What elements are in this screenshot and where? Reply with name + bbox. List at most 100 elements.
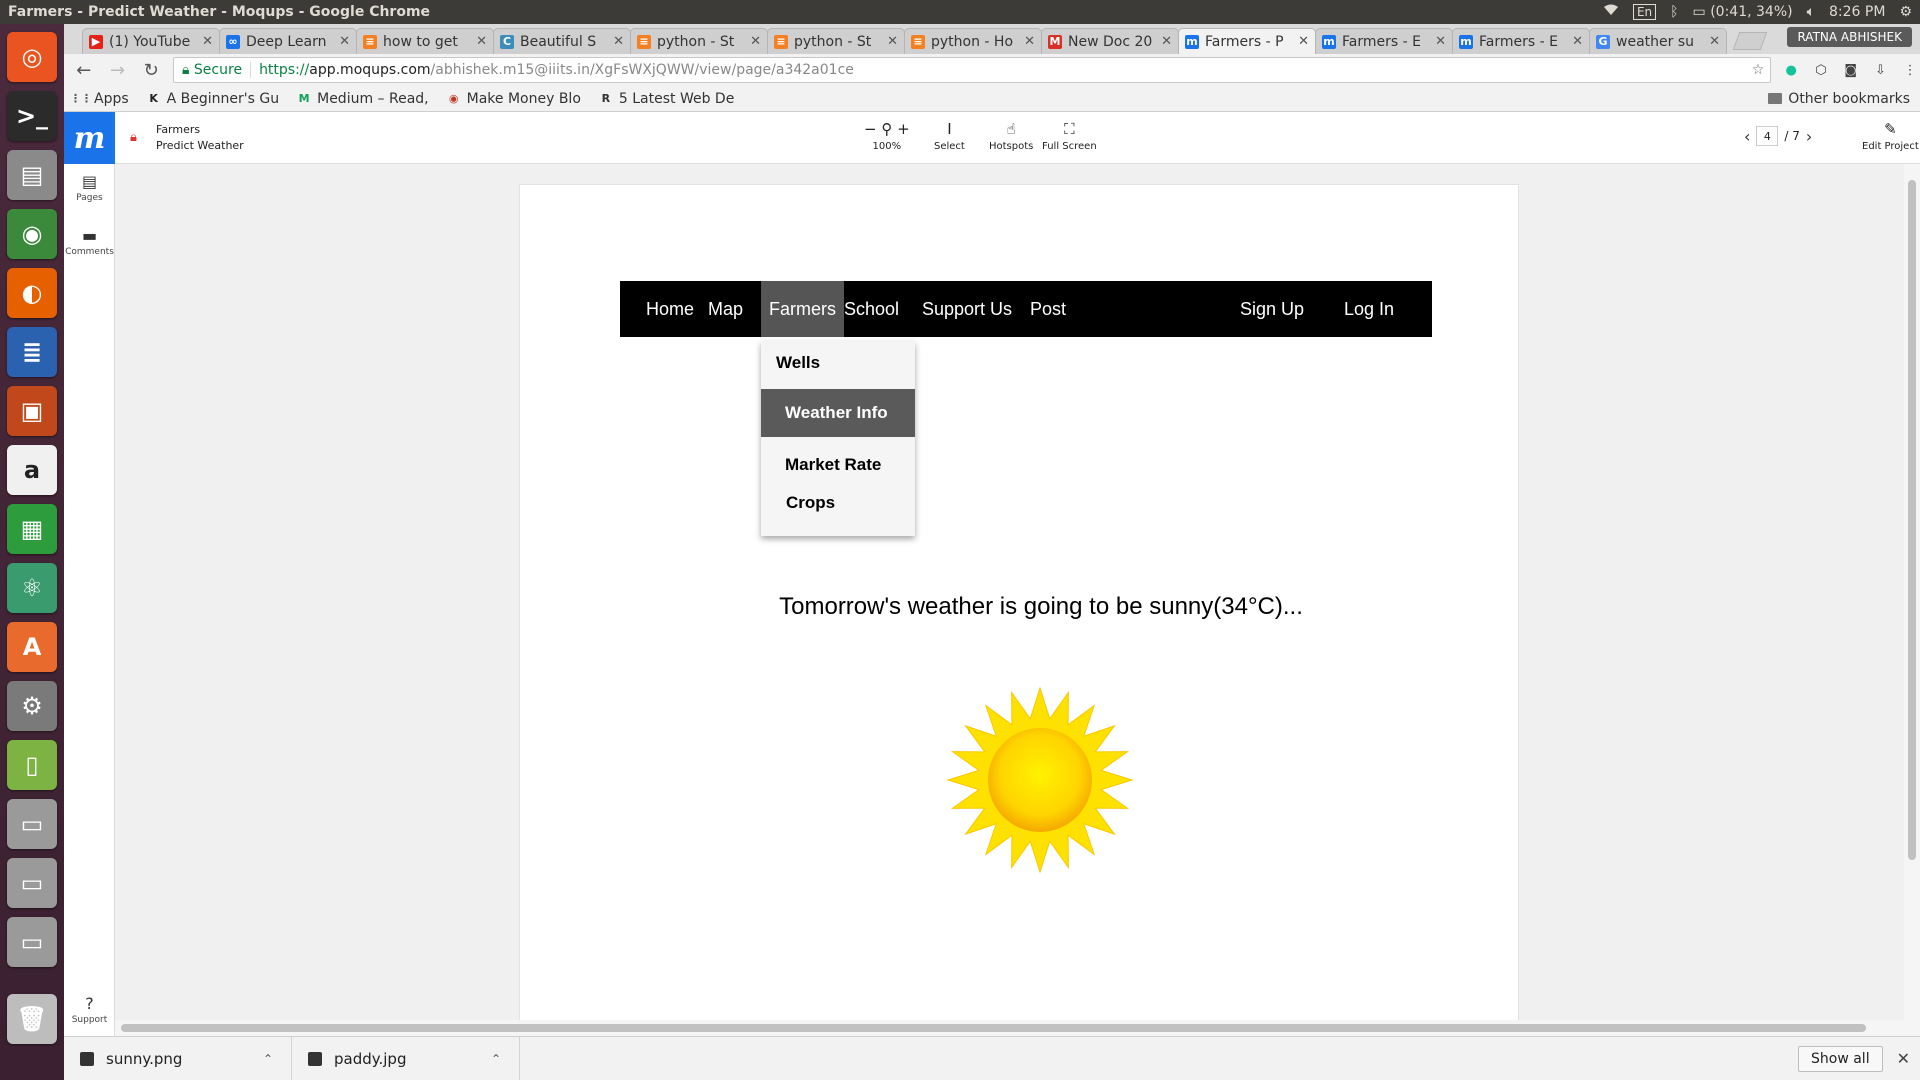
moqups-logo[interactable]: m — [64, 112, 115, 164]
address-bar[interactable]: 🔒︎ Secure https://app.moqups.com/abhishe… — [173, 57, 1772, 83]
chevron-up-icon[interactable]: ⌃ — [263, 1052, 273, 1066]
fullscreen-tool[interactable]: ⛶ Full Screen — [1042, 120, 1097, 152]
system-settings-icon[interactable]: ⚙ — [7, 681, 57, 731]
dropdown-wells[interactable]: Wells — [761, 353, 915, 373]
browser-tab[interactable]: m Farmers - E ✕ — [1452, 28, 1590, 54]
file-manager-icon[interactable]: ▤ — [7, 150, 57, 200]
tab-close-icon[interactable]: ✕ — [476, 34, 487, 49]
vertical-scrollbar[interactable] — [1904, 164, 1920, 1036]
next-page-icon[interactable]: › — [1806, 127, 1812, 146]
tab-close-icon[interactable]: ✕ — [1161, 34, 1172, 49]
secure-indicator[interactable]: 🔒︎ Secure — [182, 62, 252, 78]
profile-button[interactable]: RATNA ABHISHEK — [1787, 27, 1912, 47]
browser-tab[interactable]: ≡ python - St ✕ — [630, 28, 768, 54]
hotspots-tool[interactable]: ☝ Hotspots — [989, 120, 1033, 152]
drive-2-icon[interactable]: ▭ — [7, 858, 57, 908]
extension-grammarly-icon[interactable]: ● — [1781, 60, 1801, 80]
nav-school[interactable]: School — [836, 281, 907, 337]
project-lock-icon[interactable]: 🔒︎ — [130, 130, 137, 145]
zoom-control[interactable]: − ⚲ + 100% — [864, 120, 910, 152]
chrome-menu-icon[interactable]: ⋮ — [1900, 60, 1920, 80]
bookmark-item[interactable]: M Medium – Read, — [297, 91, 429, 107]
firefox-icon[interactable]: ◐ — [7, 268, 57, 318]
prev-page-icon[interactable]: ‹ — [1744, 127, 1750, 146]
nav-farmers[interactable]: Farmers — [761, 281, 844, 337]
calc-icon[interactable]: ▦ — [7, 504, 57, 554]
bookmark-star-icon[interactable]: ☆ — [1752, 62, 1765, 78]
download-item[interactable]: sunny.png ⌃ — [64, 1036, 292, 1080]
wifi-icon[interactable] — [1603, 4, 1619, 20]
volume-icon[interactable]: 🔈︎ — [1807, 4, 1815, 20]
chevron-up-icon[interactable]: ⌃ — [491, 1052, 501, 1066]
forward-button[interactable]: → — [106, 58, 130, 82]
tab-close-icon[interactable]: ✕ — [202, 34, 213, 49]
tab-close-icon[interactable]: ✕ — [1572, 34, 1583, 49]
nav-map[interactable]: Map — [700, 281, 751, 337]
browser-tab[interactable]: ≡ how to get ✕ — [356, 28, 494, 54]
dropdown-crops[interactable]: Crops — [761, 493, 915, 513]
select-tool[interactable]: I Select — [934, 120, 965, 152]
browser-tab[interactable]: ≡ python - Ho ✕ — [904, 28, 1042, 54]
sidebar-pages[interactable]: ▤ Pages — [64, 172, 115, 203]
zoom-magnifier-icon[interactable]: − ⚲ + — [864, 120, 910, 138]
sidebar-support[interactable]: ? Support — [64, 994, 115, 1025]
trash-icon[interactable]: 🗑 — [7, 994, 57, 1044]
session-gear-icon[interactable]: ⚙ — [1899, 4, 1912, 20]
bookmark-item[interactable]: K A Beginner's Gu — [147, 91, 279, 107]
drive-1-icon[interactable]: ▭ — [7, 799, 57, 849]
browser-tab[interactable]: ∞ Deep Learn ✕ — [219, 28, 357, 54]
nav-support-us[interactable]: Support Us — [914, 281, 1020, 337]
tab-close-icon[interactable]: ✕ — [339, 34, 350, 49]
dropdown-weather-info[interactable]: Weather Info — [761, 389, 915, 437]
software-center-icon[interactable]: A — [7, 622, 57, 672]
tab-close-icon[interactable]: ✕ — [887, 34, 898, 49]
terminal-icon[interactable]: >_ — [7, 91, 57, 141]
sidebar-comments[interactable]: ▬ Comments — [64, 226, 115, 257]
tab-close-icon[interactable]: ✕ — [1024, 34, 1035, 49]
ubuntu-dash-icon[interactable]: ◎ — [7, 32, 57, 82]
nav-post[interactable]: Post — [1022, 281, 1074, 337]
bookmark-item[interactable]: R 5 Latest Web De — [599, 91, 735, 107]
tab-close-icon[interactable]: ✕ — [1298, 34, 1309, 49]
browser-tab[interactable]: M New Doc 20 ✕ — [1041, 28, 1179, 54]
clock[interactable]: 8:26 PM — [1829, 4, 1885, 20]
browser-tab[interactable]: m Farmers - E ✕ — [1315, 28, 1453, 54]
browser-tab[interactable]: C Beautiful S ✕ — [493, 28, 631, 54]
writer-icon[interactable]: ≣ — [7, 327, 57, 377]
amazon-icon[interactable]: a — [7, 445, 57, 495]
tab-close-icon[interactable]: ✕ — [750, 34, 761, 49]
dropdown-market-rate[interactable]: Market Rate — [761, 455, 915, 475]
extension-download-icon[interactable]: ⇩ — [1871, 60, 1891, 80]
browser-tab[interactable]: ≡ python - St ✕ — [767, 28, 905, 54]
edit-project-button[interactable]: ✎ Edit Project — [1862, 120, 1919, 152]
download-item[interactable]: paddy.jpg ⌃ — [292, 1036, 520, 1080]
browser-tab[interactable]: m Farmers - P ✕ — [1178, 28, 1316, 54]
page-number-input[interactable]: 4 — [1756, 126, 1779, 146]
android-icon[interactable]: ▯ — [7, 740, 57, 790]
other-bookmarks[interactable]: Other bookmarks — [1768, 91, 1910, 107]
browser-tab[interactable]: ▶ (1) YouTube ✕ — [82, 28, 220, 54]
drive-3-icon[interactable]: ▭ — [7, 917, 57, 967]
vertical-scroll-thumb[interactable] — [1908, 180, 1916, 860]
tab-close-icon[interactable]: ✕ — [1709, 34, 1720, 49]
tab-close-icon[interactable]: ✕ — [613, 34, 624, 49]
nav-sign-up[interactable]: Sign Up — [1232, 281, 1312, 337]
show-all-downloads-button[interactable]: Show all — [1798, 1045, 1883, 1072]
apps-shortcut[interactable]: ⋮⋮ Apps — [70, 91, 129, 107]
close-icon[interactable]: ✕ — [1897, 1049, 1910, 1068]
nav-home[interactable]: Home — [638, 281, 702, 337]
horizontal-scroll-thumb[interactable] — [121, 1024, 1866, 1032]
reload-button[interactable]: ↻ — [139, 58, 163, 82]
horizontal-scrollbar[interactable] — [115, 1020, 1904, 1036]
battery-indicator[interactable]: ▭ (0:41, 34%) — [1693, 4, 1793, 20]
bluetooth-icon[interactable]: ᛒ — [1670, 4, 1678, 20]
impress-icon[interactable]: ▣ — [7, 386, 57, 436]
new-tab-button[interactable] — [1732, 32, 1768, 50]
chrome-icon[interactable]: ◉ — [7, 209, 57, 259]
keyboard-indicator[interactable]: En — [1632, 4, 1657, 20]
extension-cube-icon[interactable]: ⬡ — [1811, 60, 1831, 80]
atom-icon[interactable]: ⚛ — [7, 563, 57, 613]
browser-tab[interactable]: Gweather su ✕ — [1589, 28, 1727, 54]
extension-pocket-icon[interactable]: ◙ — [1841, 60, 1861, 80]
back-button[interactable]: ← — [72, 58, 96, 82]
